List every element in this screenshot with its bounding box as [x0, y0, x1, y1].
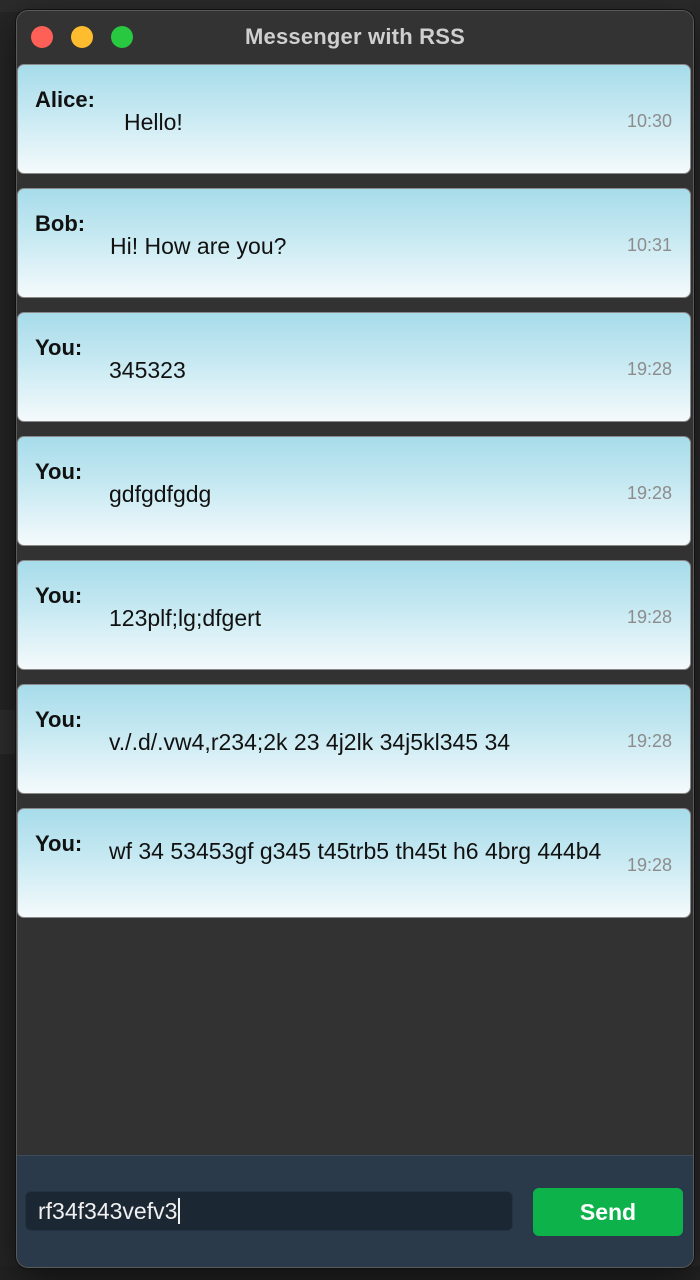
- background-panel-strip: [0, 710, 16, 754]
- message-text: 345323: [109, 357, 186, 383]
- composer-bar: rf34f343vefv3 Send: [17, 1155, 693, 1267]
- message-sender: You:: [35, 707, 83, 732]
- message-bubble: You: 345323 19:28: [17, 312, 691, 422]
- message-bubble: You: gdfgdfgdg 19:28: [17, 436, 691, 546]
- message-bubble: You: v./.d/.vw4,r234;2k 23 4j2lk 34j5kl3…: [17, 684, 691, 794]
- send-button[interactable]: Send: [533, 1188, 683, 1236]
- message-time: 19:28: [626, 607, 672, 627]
- message-sender: You:: [35, 583, 83, 608]
- message-text: v./.d/.vw4,r234;2k 23 4j2lk 34j5kl345 34: [109, 729, 511, 755]
- message-text: gdfgdfgdg: [109, 481, 212, 507]
- message-text: Hi! How are you?: [110, 233, 287, 259]
- background-bottom-strip: [0, 1266, 700, 1280]
- message-time: 10:30: [626, 111, 672, 131]
- message-time: 10:31: [626, 235, 672, 255]
- message-text: wf 34 53453gf g345 t45trb5 th45t h6 4brg…: [109, 838, 602, 864]
- close-window-button[interactable]: [31, 26, 53, 48]
- message-bubble: You: wf 34 53453gf g345 t45trb5 th45t h6…: [17, 808, 691, 918]
- message-bubble: Alice: Hello! 10:30: [17, 64, 691, 174]
- message-bubble: You: 123plf;lg;dfgert 19:28: [17, 560, 691, 670]
- title-bar[interactable]: Messenger with RSS: [17, 11, 693, 63]
- message-input-value: rf34f343vefv3: [38, 1197, 178, 1224]
- message-sender: You:: [35, 335, 83, 360]
- message-time: 19:28: [626, 483, 672, 503]
- maximize-window-button[interactable]: [111, 26, 133, 48]
- window-controls: [31, 26, 133, 48]
- message-sender: You:: [35, 831, 83, 856]
- message-input[interactable]: rf34f343vefv3: [25, 1191, 513, 1231]
- message-bubble: Bob: Hi! How are you? 10:31: [17, 188, 691, 298]
- message-list[interactable]: Alice: Hello! 10:30 Bob: Hi! How are you…: [17, 63, 693, 1153]
- message-text: Hello!: [124, 109, 183, 135]
- message-time: 19:28: [626, 731, 672, 751]
- message-sender: Bob:: [35, 211, 86, 236]
- text-caret: [178, 1198, 181, 1224]
- message-sender: You:: [35, 459, 83, 484]
- message-time: 19:28: [626, 855, 672, 875]
- message-sender: Alice:: [35, 87, 95, 112]
- minimize-window-button[interactable]: [71, 26, 93, 48]
- messenger-window: Messenger with RSS Alice: Hello! 10:30 B…: [16, 10, 694, 1268]
- message-text: 123plf;lg;dfgert: [109, 605, 262, 631]
- message-time: 19:28: [626, 359, 672, 379]
- window-title: Messenger with RSS: [245, 24, 465, 49]
